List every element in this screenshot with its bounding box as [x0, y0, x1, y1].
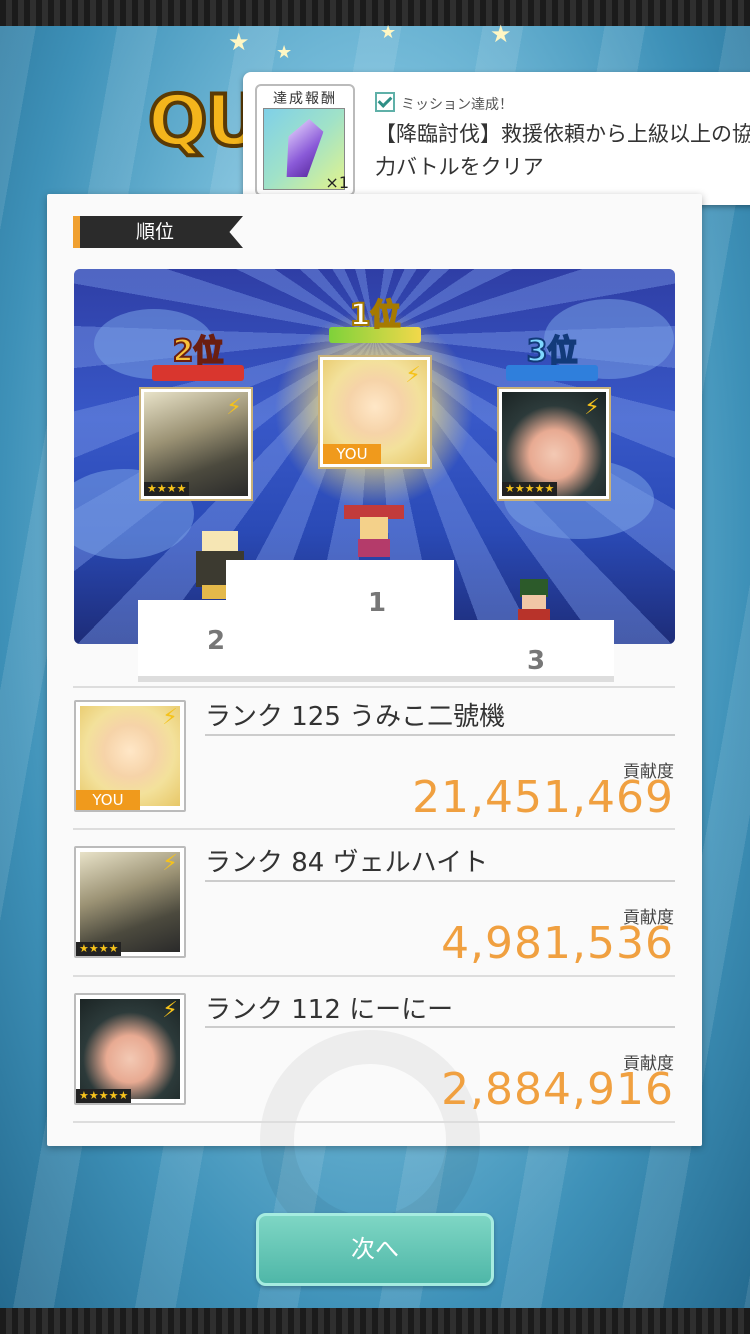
sparkle-icon: ★	[380, 22, 397, 43]
mission-description: 【降臨討伐】救援依頼から上級以上の協力バトルをクリア	[375, 122, 750, 179]
rarity-stars: ★★★★★	[76, 1089, 132, 1103]
first-place-label: 1位	[349, 298, 402, 334]
section-title: 順位	[135, 221, 174, 243]
mission-status: ミッション達成！	[375, 92, 513, 114]
first-place-sprite	[344, 497, 404, 557]
first-place-portrait[interactable]: ⚡ YOU	[320, 357, 430, 467]
next-button[interactable]: 次へ	[256, 1213, 494, 1286]
checkbox-icon	[375, 92, 395, 112]
rarity-stars: ★★★★	[76, 942, 122, 956]
reward-label: 達成報酬	[273, 91, 337, 107]
lightning-icon: ⚡	[226, 395, 242, 420]
sparkle-icon: ★	[490, 20, 512, 48]
rarity-stars: ★★★★★	[502, 482, 558, 496]
mission-complete-notification[interactable]: 達成報酬 ×1 ミッション達成！ 【降臨討伐】救援依頼から上級以上の協力バトルを…	[243, 72, 750, 205]
ranking-avatar[interactable]: ⚡ ★★★★	[74, 846, 186, 958]
you-badge: YOU	[76, 790, 140, 810]
lightning-icon: ⚡	[405, 363, 421, 388]
contribution-score: 4,981,536	[441, 918, 674, 969]
sparkle-icon: ★	[228, 28, 250, 56]
list-divider	[73, 828, 675, 830]
lightning-icon: ⚡	[584, 395, 600, 420]
name-underline	[205, 880, 675, 882]
lightning-icon: ⚡	[162, 998, 178, 1023]
crystal-icon	[280, 119, 326, 177]
bottom-border-strip	[0, 1308, 750, 1334]
contribution-score: 2,884,916	[441, 1064, 674, 1115]
podium-number-second: 2	[207, 626, 226, 656]
ranking-avatar[interactable]: ⚡ ★★★★★	[74, 993, 186, 1105]
section-header-accent	[73, 216, 80, 248]
list-divider	[73, 1121, 675, 1123]
top-border-strip	[0, 0, 750, 26]
ranking-player-name: ランク 125 うみこ二號機	[205, 702, 506, 732]
third-place-label: 3位	[526, 334, 579, 370]
third-place-portrait[interactable]: ⚡ ★★★★★	[499, 389, 609, 499]
second-place-portrait[interactable]: ⚡ ★★★★	[141, 389, 251, 499]
sparkle-icon: ★	[276, 42, 293, 63]
podium-number-third: 3	[527, 646, 546, 676]
you-badge: YOU	[323, 444, 381, 464]
reward-quantity: ×1	[325, 173, 349, 192]
list-divider	[73, 686, 675, 688]
ranking-avatar[interactable]: ⚡ YOU	[74, 700, 186, 812]
mission-status-text: ミッション達成！	[401, 97, 513, 113]
reward-box: 達成報酬 ×1	[255, 84, 355, 196]
ranking-player-name: ランク 84 ヴェルハイト	[205, 848, 489, 878]
rarity-stars: ★★★★	[144, 482, 190, 496]
lightning-icon: ⚡	[162, 851, 178, 876]
list-divider	[73, 975, 675, 977]
second-place-label: 2位	[172, 334, 225, 370]
name-underline	[205, 734, 675, 736]
lightning-icon: ⚡	[162, 705, 178, 730]
contribution-score: 21,451,469	[412, 772, 674, 823]
name-underline	[205, 1026, 675, 1028]
ranking-player-name: ランク 112 にーにー	[205, 995, 454, 1025]
podium-number-first: 1	[368, 588, 387, 618]
